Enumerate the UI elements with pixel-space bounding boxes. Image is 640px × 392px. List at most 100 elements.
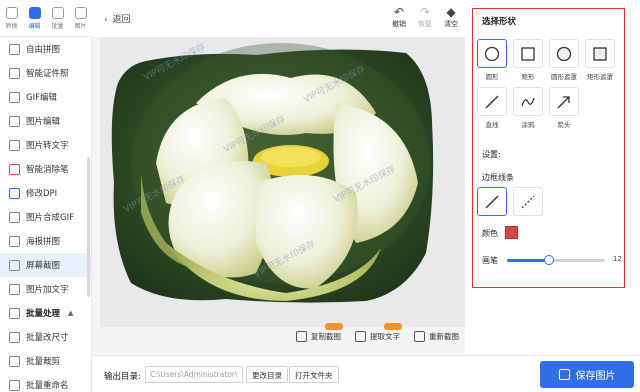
sidebar-item-image-to-text[interactable]: 图片转文字	[0, 133, 91, 157]
canvas-actions: 复制截图 提取文字 重新截图	[296, 322, 459, 346]
screenshot-canvas[interactable]: VIP可无水印保存 VIP可无水印保存 VIP可无水印保存 VIP可无水印保存 …	[100, 37, 465, 327]
rectangle-mask-icon	[593, 46, 607, 61]
shape-rectangle-button[interactable]	[513, 39, 543, 68]
color-swatch[interactable]	[505, 226, 518, 239]
sidebar-item-poster[interactable]: 海报拼图	[0, 229, 91, 253]
redo-button[interactable]: ↷ 恢复	[412, 5, 438, 29]
sidebar-item-id-photo[interactable]: 智能证件照	[0, 61, 91, 85]
sidebar-group-batch[interactable]: 批量处理 ▲	[0, 301, 91, 325]
shape-label: 直线	[485, 121, 499, 129]
rectangle-icon	[521, 46, 535, 61]
shape-settings-box: 选择形状 圆形 矩形 圆形遮罩 矩形遮罩 直线 涂鸦 箭头 设置: 边框线条 颜…	[472, 8, 625, 288]
sidebar-item-free-collage[interactable]: 自由拼图	[0, 37, 91, 61]
sidebar-item-smart-eraser[interactable]: 智能消除笔	[0, 157, 91, 181]
dpi-icon	[9, 187, 20, 199]
sidebar-item-image-edit[interactable]: 图片编辑	[0, 109, 91, 133]
poster-icon	[9, 235, 20, 247]
save-image-button[interactable]: 保存图片	[540, 361, 634, 388]
slider-fill	[507, 259, 550, 262]
color-label: 颜色	[482, 229, 498, 238]
sidebar-item-gif-edit[interactable]: GIF编辑	[0, 85, 91, 109]
copy-screenshot-button[interactable]: 复制截图	[296, 322, 343, 342]
shape-circle-mask-button[interactable]	[549, 39, 579, 68]
shape-rectangle-mask-button[interactable]	[585, 39, 615, 68]
panel-title: 选择形状	[482, 17, 517, 27]
screenshot-icon	[9, 259, 20, 271]
resize-icon	[9, 331, 20, 343]
sidebar-item-batch-rename[interactable]: 批量重命名	[0, 373, 91, 392]
arrow-icon	[557, 95, 570, 108]
ocr-icon	[9, 139, 20, 151]
border-solid-button[interactable]	[477, 187, 507, 216]
batch-icon	[51, 7, 64, 19]
change-dir-button[interactable]: 更改目录	[246, 366, 288, 383]
settings-title: 设置:	[482, 150, 501, 159]
line-icon	[485, 95, 499, 108]
shape-label: 箭头	[557, 121, 571, 129]
sidebar-item-gif-compose[interactable]: 图片合成GIF	[0, 205, 91, 229]
vip-badge	[325, 322, 343, 330]
vip-badge	[384, 322, 402, 330]
id-photo-icon	[9, 67, 20, 79]
tab-batch[interactable]: 批量	[46, 0, 69, 37]
output-dir-label: 输出目录:	[104, 372, 141, 382]
app-window: 转换 编辑 批量 图片 自由拼图 智能证件照 GIF编辑 图片编辑 图片转文字 …	[0, 0, 640, 392]
crop-icon	[9, 355, 20, 367]
border-dashed-button[interactable]	[513, 187, 543, 216]
tab-image[interactable]: 图片	[69, 0, 92, 37]
shape-label: 矩形遮罩	[587, 73, 613, 81]
shape-circle-button[interactable]	[477, 39, 507, 68]
extract-text-button[interactable]: 提取文字	[355, 322, 402, 342]
mode-tabs: 转换 编辑 批量 图片	[0, 0, 92, 37]
shape-label: 涂鸦	[521, 121, 535, 129]
back-button[interactable]: ‹ 返回	[104, 12, 131, 25]
copy-icon	[296, 330, 307, 342]
solid-line-icon	[485, 195, 499, 208]
gif-icon	[9, 91, 20, 103]
shape-line-button[interactable]	[477, 87, 507, 116]
output-dir-input[interactable]	[145, 366, 243, 383]
circle-mask-icon	[556, 46, 572, 61]
sidebar-item-screenshot[interactable]: 屏幕截图	[0, 253, 91, 277]
chevron-left-icon: ‹	[104, 15, 108, 25]
batch-group-icon	[9, 307, 20, 319]
convert-icon	[5, 7, 18, 19]
bottom-bar: 输出目录: 更改目录 打开文件夹 保存图片	[92, 355, 640, 392]
tab-edit[interactable]: 编辑	[23, 0, 46, 37]
eraser-pen-icon	[9, 163, 20, 175]
sidebar-item-dpi[interactable]: 修改DPI	[0, 181, 91, 205]
shape-arrow-button[interactable]	[549, 87, 579, 116]
border-label: 边框线条	[482, 173, 514, 182]
shape-panel: 选择形状 圆形 矩形 圆形遮罩 矩形遮罩 直线 涂鸦 箭头 设置: 边框线条 颜…	[465, 0, 640, 355]
text-scan-icon	[355, 330, 366, 342]
slider-knob[interactable]	[544, 255, 555, 265]
sidebar-scrollbar[interactable]	[87, 157, 90, 297]
undo-button[interactable]: ↶ 撤销	[386, 5, 412, 29]
clear-button[interactable]: ◆ 清空	[438, 5, 464, 29]
sidebar-item-batch-resize[interactable]: 批量改尺寸	[0, 325, 91, 349]
open-folder-button[interactable]: 打开文件夹	[289, 366, 339, 383]
tab-convert[interactable]: 转换	[0, 0, 23, 37]
sidebar-item-batch-crop[interactable]: 批量裁剪	[0, 349, 91, 373]
brush-value: 12	[613, 255, 622, 263]
canvas-toolbar: ‹ 返回 ↶ 撤销 ↷ 恢复 ◆ 清空	[92, 0, 465, 37]
shape-label: 矩形	[521, 73, 535, 81]
edit-icon	[28, 7, 41, 19]
recapture-icon	[414, 330, 425, 342]
chevron-up-icon: ▲	[68, 309, 74, 317]
undo-icon: ↶	[393, 5, 405, 19]
recapture-button[interactable]: 重新截图	[414, 330, 459, 342]
sidebar-item-add-text[interactable]: 图片加文字	[0, 277, 91, 301]
save-icon	[558, 369, 570, 380]
sidebar: 自由拼图 智能证件照 GIF编辑 图片编辑 图片转文字 智能消除笔 修改DPI …	[0, 37, 92, 392]
brush-label: 画笔	[482, 256, 498, 265]
rename-icon	[9, 379, 20, 391]
add-text-icon	[9, 283, 20, 295]
doodle-icon	[521, 97, 535, 106]
image-icon	[74, 7, 87, 19]
shape-label: 圆形	[485, 73, 499, 81]
eraser-icon: ◆	[446, 5, 456, 19]
shape-doodle-button[interactable]	[513, 87, 543, 116]
brush-size-slider[interactable]	[507, 255, 605, 265]
shape-label: 圆形遮罩	[551, 73, 577, 81]
